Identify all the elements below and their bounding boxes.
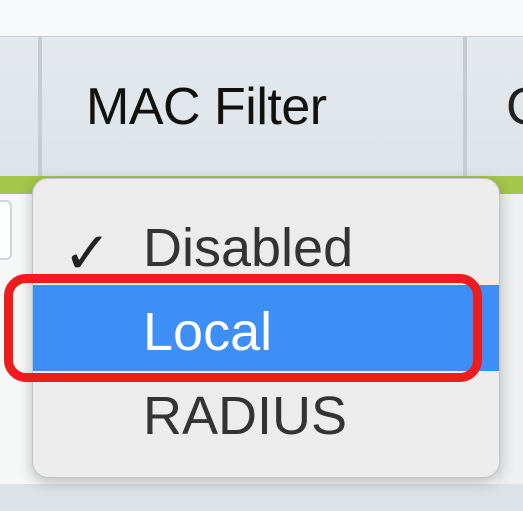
mac-filter-column-header[interactable]: MAC Filter — [86, 77, 327, 137]
column-divider[interactable] — [463, 37, 467, 177]
table-body-right-edge — [497, 194, 523, 484]
option-label: Disabled — [143, 218, 354, 278]
row-select-control[interactable] — [0, 200, 12, 260]
column-divider[interactable] — [38, 37, 42, 177]
option-label: RADIUS — [143, 386, 348, 446]
top-strip — [0, 0, 523, 36]
red-highlight-annotation — [4, 274, 482, 382]
table-header-row: MAC Filter C — [0, 36, 523, 177]
next-column-header[interactable]: C — [506, 77, 523, 137]
bottom-strip — [0, 484, 523, 511]
screenshot-stage: MAC Filter C ✓ Disabled Local RADIUS — [0, 0, 523, 511]
